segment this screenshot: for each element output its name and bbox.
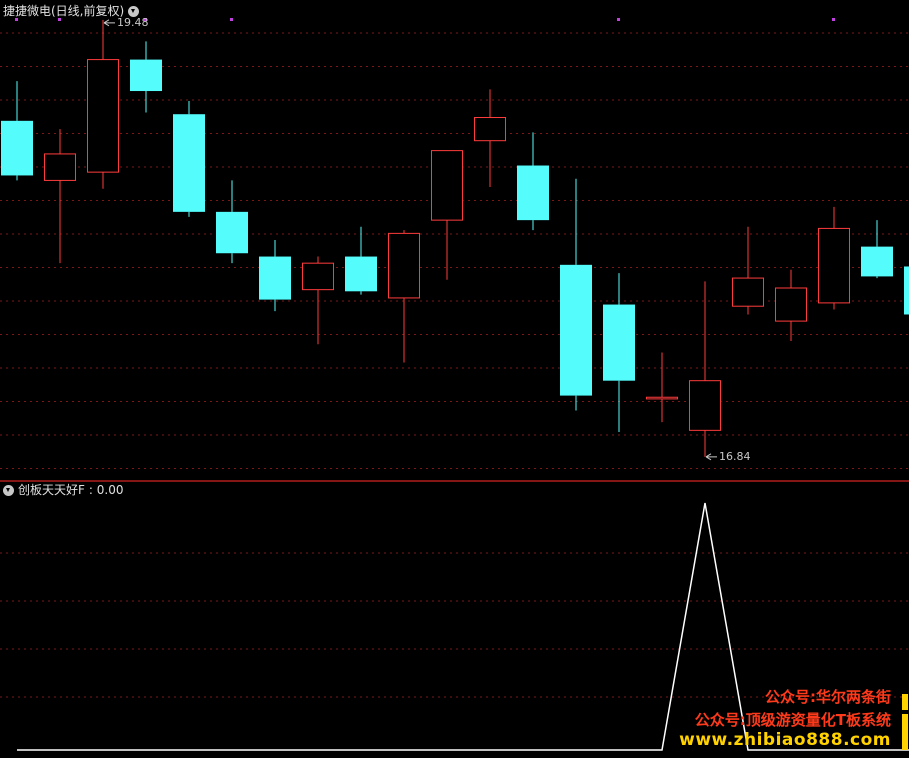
signal-marker: [617, 18, 620, 21]
candle[interactable]: [302, 256, 334, 345]
candle[interactable]: [431, 150, 463, 280]
price-grid: [0, 32, 909, 469]
candle-body-up: [646, 396, 678, 400]
signal-marker: [15, 18, 18, 21]
candle-body-down: [173, 114, 205, 212]
candle-body-up: [87, 59, 119, 173]
high-price-label: 19.48: [117, 15, 149, 29]
candle[interactable]: [904, 248, 909, 316]
candle[interactable]: [388, 230, 420, 363]
candle-body-down: [130, 59, 162, 92]
candle-body-down: [861, 246, 893, 277]
chart-canvas: [0, 18, 909, 751]
candle[interactable]: [87, 19, 119, 189]
candle[interactable]: [732, 226, 764, 315]
candle-body-up: [732, 277, 764, 307]
candle-body-up: [818, 227, 850, 304]
candle[interactable]: [474, 89, 506, 188]
candle[interactable]: [1, 81, 33, 181]
candlestick-series: [1, 19, 909, 457]
candle-body-up: [302, 262, 334, 291]
candle-body-up: [431, 150, 463, 221]
candle-body-down: [904, 266, 909, 315]
candle[interactable]: [517, 132, 549, 231]
watermark-line-3: www.zhibiao888.com: [679, 730, 891, 750]
candle[interactable]: [216, 180, 248, 264]
candle[interactable]: [775, 269, 807, 341]
candle-body-up: [775, 287, 807, 322]
candle[interactable]: [259, 240, 291, 312]
low-arrow-icon: [705, 453, 717, 461]
dropdown-circle-icon[interactable]: [128, 5, 140, 17]
candle-body-up: [689, 380, 721, 431]
low-price-label: 16.84: [719, 449, 751, 463]
watermark-line-2: 公众号:顶级游资量化T板系统: [694, 711, 891, 729]
candle[interactable]: [173, 100, 205, 217]
watermark-edge-mark: [902, 694, 908, 710]
candle-body-up: [474, 117, 506, 142]
candle[interactable]: [345, 226, 377, 295]
candle-body-up: [388, 232, 420, 299]
signal-marker: [832, 18, 835, 21]
candle-body-down: [603, 304, 635, 381]
candle-body-down: [345, 256, 377, 292]
candle-body-down: [1, 120, 33, 176]
candle[interactable]: [44, 129, 76, 264]
candle-body-down: [560, 264, 592, 396]
candle-body-up: [44, 153, 76, 181]
candle[interactable]: [689, 281, 721, 457]
signal-marker: [58, 18, 61, 21]
candle[interactable]: [861, 220, 893, 279]
candle[interactable]: [130, 41, 162, 113]
indicator-grid: [0, 552, 909, 698]
indicator-panel-header: 创板天天好F : 0.00: [3, 483, 123, 497]
candle[interactable]: [646, 352, 678, 423]
signal-marker: [230, 18, 233, 21]
indicator-value: : 0.00: [88, 483, 124, 497]
candle[interactable]: [560, 178, 592, 411]
candle[interactable]: [603, 273, 635, 432]
candle-body-down: [216, 211, 248, 254]
dropdown-circle-icon[interactable]: [3, 484, 14, 496]
main-panel-title: 捷捷微电(日线,前复权): [3, 4, 125, 18]
candle[interactable]: [818, 206, 850, 310]
watermark-line-1: 公众号:华尔两条街: [765, 688, 891, 706]
candle-body-down: [517, 165, 549, 221]
candle-body-down: [259, 256, 291, 300]
indicator-title: 创板天天好F: [18, 483, 85, 497]
high-arrow-icon: [103, 19, 115, 27]
watermark-edge-mark: [902, 714, 908, 750]
